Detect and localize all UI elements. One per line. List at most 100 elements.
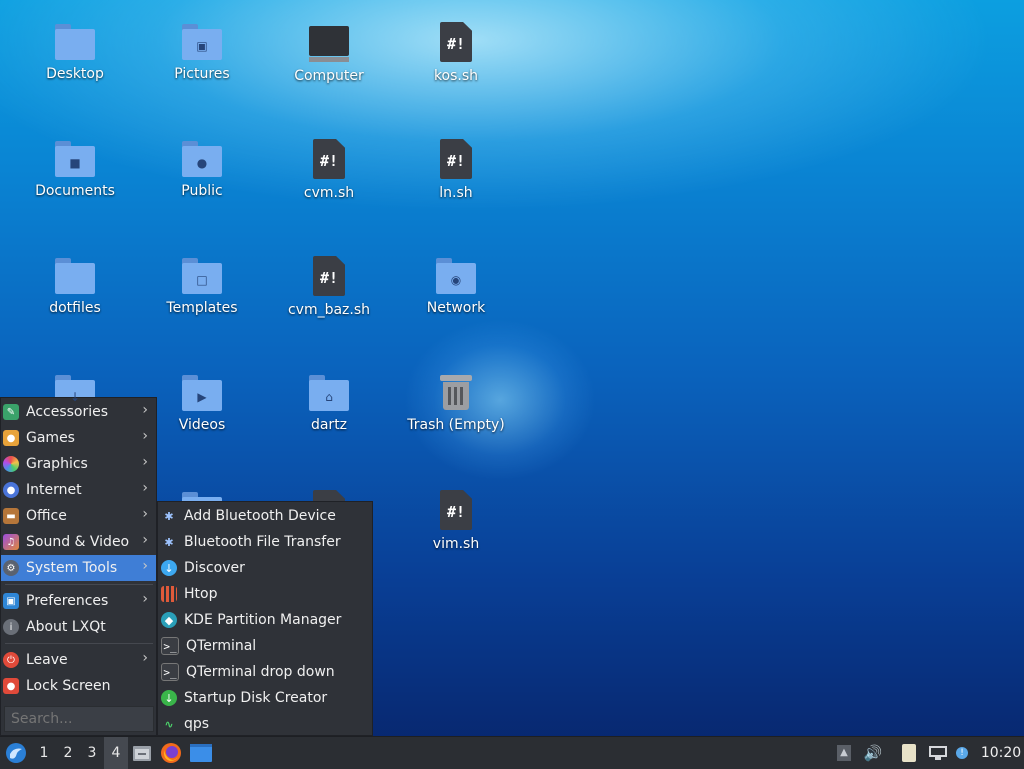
file-manager-launcher[interactable] bbox=[186, 737, 216, 769]
clipboard-button[interactable] bbox=[896, 737, 922, 769]
lxqt-logo-icon bbox=[6, 743, 26, 763]
clock[interactable]: 10:20 bbox=[978, 737, 1024, 769]
menu-item-label: Internet bbox=[26, 482, 82, 498]
videos-folder-icon[interactable]: ▶ Videos bbox=[147, 373, 257, 473]
submenu-item-label: Bluetooth File Transfer bbox=[184, 534, 341, 550]
folder-icon: ▣ bbox=[182, 24, 222, 60]
info-icon: i bbox=[3, 619, 19, 635]
submenu-item-startup-disk-creator[interactable]: ↓ Startup Disk Creator bbox=[158, 685, 372, 711]
icon-label: Desktop bbox=[46, 66, 104, 82]
script-file-icon: #! bbox=[313, 256, 345, 296]
submenu-item-qterminal-drop-down[interactable]: >_ QTerminal drop down bbox=[158, 659, 372, 685]
chevron-right-icon: › bbox=[142, 506, 148, 522]
icon-label: ln.sh bbox=[439, 185, 473, 201]
dartz-folder-icon[interactable]: ⌂ dartz bbox=[274, 373, 384, 473]
preferences-icon: ▣ bbox=[3, 593, 19, 609]
submenu-item-label: Discover bbox=[184, 560, 245, 576]
icon-label: dartz bbox=[310, 417, 348, 433]
workspace-2-button[interactable]: 2 bbox=[56, 737, 80, 769]
bluetooth-icon: ✱ bbox=[164, 509, 174, 523]
icon-label: kos.sh bbox=[433, 68, 479, 84]
icon-label: cvm.sh bbox=[303, 185, 355, 201]
menu-item-games[interactable]: ● Games › bbox=[1, 425, 156, 451]
submenu-item-label: QTerminal bbox=[186, 638, 257, 654]
workspace-label: 4 bbox=[111, 745, 121, 761]
submenu-item-label: qps bbox=[184, 716, 210, 732]
icon-label: Templates bbox=[166, 300, 238, 316]
computer-desktop-icon[interactable]: Computer bbox=[274, 22, 384, 122]
cvm-script-icon[interactable]: #! cvm.sh bbox=[274, 139, 384, 239]
menu-item-graphics[interactable]: Graphics › bbox=[1, 451, 156, 477]
icon-label: cvm_baz.sh bbox=[287, 302, 371, 318]
submenu-item-kde-partition-manager[interactable]: ◆ KDE Partition Manager bbox=[158, 607, 372, 633]
workspace-3-button[interactable]: 3 bbox=[80, 737, 104, 769]
chevron-right-icon: › bbox=[142, 402, 148, 418]
updates-button[interactable]: ! bbox=[952, 737, 972, 769]
workspace-label: 2 bbox=[63, 745, 73, 761]
menu-item-label: Graphics bbox=[26, 456, 88, 472]
folder-icon: ⌂ bbox=[309, 375, 349, 411]
menu-item-internet[interactable]: ● Internet › bbox=[1, 477, 156, 503]
menu-search-input[interactable] bbox=[4, 706, 154, 732]
trash-desktop-icon[interactable]: Trash (Empty) bbox=[401, 373, 511, 473]
submenu-item-label: QTerminal drop down bbox=[186, 664, 335, 680]
terminal-icon: >_ bbox=[161, 637, 179, 655]
system-tools-icon: ⚙ bbox=[3, 560, 19, 576]
sound-video-icon: ♫ bbox=[3, 534, 19, 550]
chevron-right-icon: › bbox=[142, 428, 148, 444]
show-desktop-button[interactable] bbox=[128, 737, 156, 769]
volume-button[interactable]: 🔊 bbox=[860, 737, 886, 769]
kos-script-icon[interactable]: #! kos.sh bbox=[401, 22, 511, 122]
submenu-item-discover[interactable]: ↓ Discover bbox=[158, 555, 372, 581]
submenu-item-qps[interactable]: ∿ qps bbox=[158, 711, 372, 737]
menu-item-lock-screen[interactable]: ● Lock Screen bbox=[1, 673, 156, 699]
chevron-right-icon: › bbox=[142, 558, 148, 574]
network-icon bbox=[929, 746, 947, 760]
workspace-label: 1 bbox=[39, 745, 49, 761]
icon-label: Public bbox=[181, 183, 223, 199]
menu-item-preferences[interactable]: ▣ Preferences › bbox=[1, 588, 156, 614]
network-folder-icon[interactable]: ◉ Network bbox=[401, 256, 511, 356]
dotfiles-folder-icon[interactable]: dotfiles bbox=[20, 256, 130, 356]
workspace-label: 3 bbox=[87, 745, 97, 761]
submenu-item-htop[interactable]: Htop bbox=[158, 581, 372, 607]
chevron-right-icon: › bbox=[142, 650, 148, 666]
menu-item-label: Lock Screen bbox=[26, 678, 111, 694]
menu-item-sound-video[interactable]: ♫ Sound & Video › bbox=[1, 529, 156, 555]
menu-item-label: Games bbox=[26, 430, 75, 446]
templates-folder-icon[interactable]: □ Templates bbox=[147, 256, 257, 356]
folder-icon: ▶ bbox=[182, 375, 222, 411]
submenu-item-bluetooth-file-transfer[interactable]: ✱ Bluetooth File Transfer bbox=[158, 529, 372, 555]
menu-item-system-tools[interactable]: ⚙ System Tools › bbox=[1, 555, 156, 581]
vim-script-icon[interactable]: #! vim.sh bbox=[401, 490, 511, 590]
main-menu-button[interactable] bbox=[0, 737, 32, 769]
window-icon bbox=[190, 744, 212, 762]
documents-folder-icon[interactable]: ■ Documents bbox=[20, 139, 130, 239]
internet-icon: ● bbox=[3, 482, 19, 498]
ln-script-icon[interactable]: #! ln.sh bbox=[401, 139, 511, 239]
submenu-item-add-bluetooth-device[interactable]: ✱ Add Bluetooth Device bbox=[158, 503, 372, 529]
menu-item-office[interactable]: ▬ Office › bbox=[1, 503, 156, 529]
workspace-4-button[interactable]: 4 bbox=[104, 737, 128, 769]
chevron-up-icon: ▲ bbox=[837, 745, 851, 761]
firefox-launcher[interactable] bbox=[156, 737, 186, 769]
menu-item-about-lxqt[interactable]: i About LXQt bbox=[1, 614, 156, 640]
firefox-icon bbox=[161, 743, 181, 763]
tray-expand-button[interactable]: ▲ bbox=[832, 737, 856, 769]
lock-icon: ● bbox=[3, 678, 19, 694]
chevron-right-icon: › bbox=[142, 454, 148, 470]
cvm-baz-script-icon[interactable]: #! cvm_baz.sh bbox=[274, 256, 384, 356]
network-button[interactable] bbox=[926, 737, 950, 769]
icon-label: Network bbox=[426, 300, 486, 316]
menu-item-leave[interactable]: ⏻ Leave › bbox=[1, 647, 156, 673]
submenu-item-qterminal[interactable]: >_ QTerminal bbox=[158, 633, 372, 659]
menu-item-label: Preferences bbox=[26, 593, 109, 609]
menu-item-label: About LXQt bbox=[26, 619, 106, 635]
workspace-1-button[interactable]: 1 bbox=[32, 737, 56, 769]
terminal-icon: >_ bbox=[161, 663, 179, 681]
clipboard-icon bbox=[902, 744, 916, 762]
pictures-folder-icon[interactable]: ▣ Pictures bbox=[147, 22, 257, 122]
public-folder-icon[interactable]: ● Public bbox=[147, 139, 257, 239]
computer-icon bbox=[309, 26, 349, 62]
desktop-folder-icon[interactable]: Desktop bbox=[20, 22, 130, 122]
